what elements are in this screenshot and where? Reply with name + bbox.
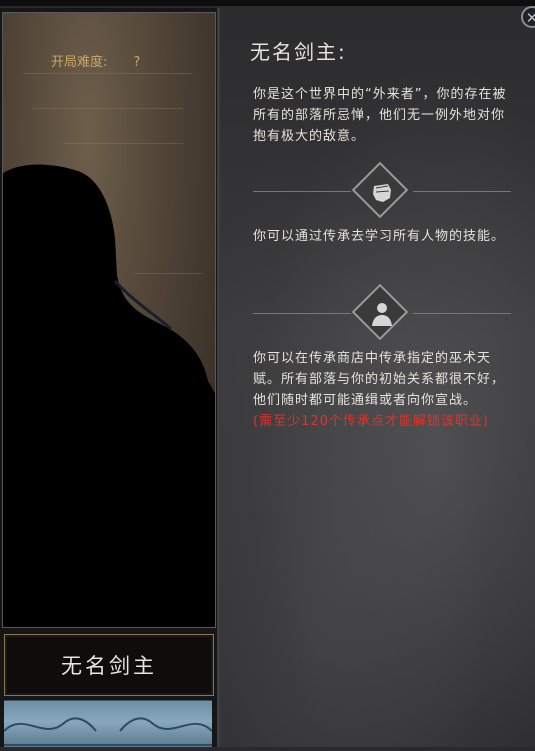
shop-description: 你可以在传承商店中传承指定的巫术天赋。所有部落与你的初始关系都很不好，他们随时都… [253,348,515,432]
divider-line [413,191,511,192]
unlock-requirement: (需至少120个传承点才能解锁该职业) [253,414,489,429]
ornament-scroll-icon [3,717,213,746]
shop-text: 你可以在传承商店中传承指定的巫术天赋。所有部落与你的初始关系都很不好，他们随时都… [253,351,506,408]
character-name: 无名剑主 [61,654,157,678]
class-intro: 你是这个世界中的“外来者”，你的存在被所有的部落所忌惮，他们无一例外地对你抱有极… [253,87,507,144]
top-strip [0,0,535,6]
skill-divider [253,161,511,220]
divider-line [253,191,351,192]
character-silhouette [3,164,215,627]
skill-description: 你可以通过传承去学习所有人物的技能。 [253,229,506,244]
divider-line [413,313,511,314]
card-footer-ornament [3,700,213,747]
divider-line [253,313,351,314]
close-icon: ✕ [525,9,535,27]
fist-icon [373,184,391,202]
portrait-frame: 开局难度:? [2,12,216,628]
bust-icon [372,303,392,326]
character-name-plate[interactable]: 无名剑主 [4,634,214,696]
class-title: 无名剑主: [250,40,347,64]
character-card[interactable]: 开局难度:? 无名剑主 [0,8,220,747]
shop-divider [253,283,511,342]
